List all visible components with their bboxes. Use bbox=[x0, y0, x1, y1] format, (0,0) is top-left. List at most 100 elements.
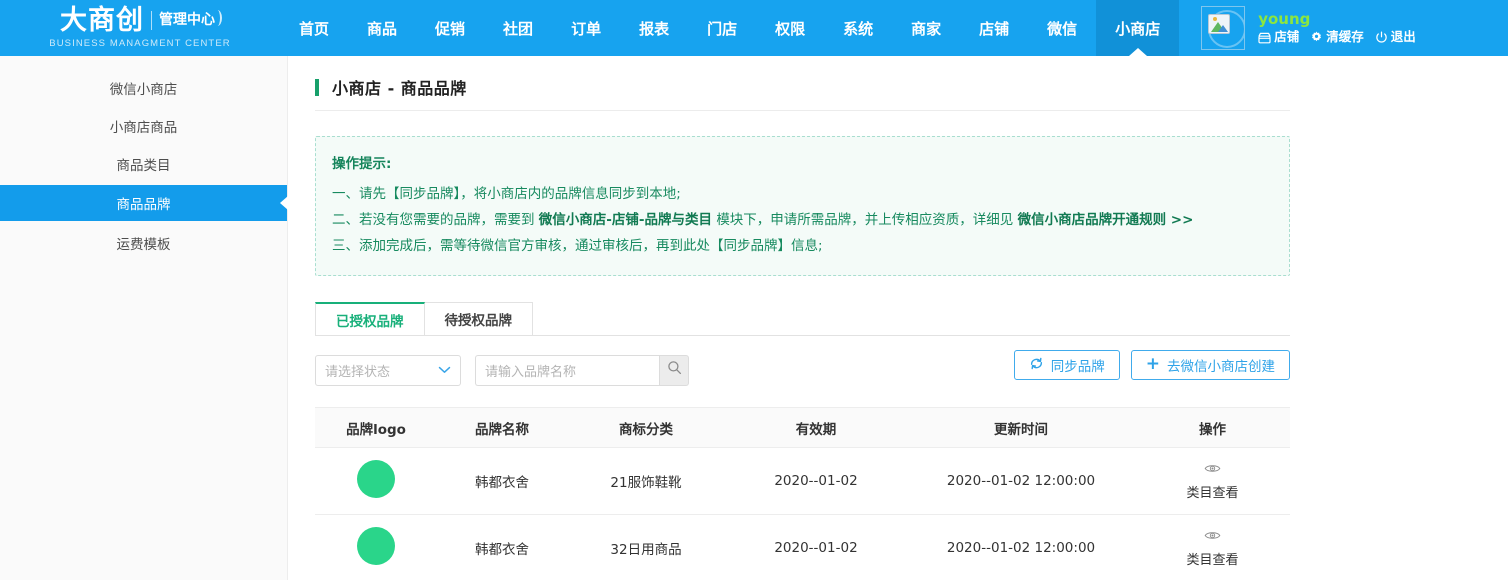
content-inner: 小商店 - 商品品牌 操作提示: 一、请先【同步品牌】，将小商店内的品牌信息同步… bbox=[315, 56, 1290, 580]
cell-brand-name: 韩都衣舍 bbox=[437, 514, 567, 580]
nav-item-promo[interactable]: 促销 bbox=[416, 0, 484, 56]
status-select[interactable]: 请选择状态 bbox=[315, 354, 461, 386]
table-header-row: 品牌logo 品牌名称 商标分类 有效期 更新时间 操作 bbox=[315, 407, 1290, 448]
nav-item-wechat[interactable]: 微信 bbox=[1028, 0, 1096, 56]
search-input[interactable]: 请输入品牌名称 bbox=[475, 354, 659, 386]
tabs-divider bbox=[315, 335, 1290, 336]
tips-line-2: 二、若没有您需要的品牌，需要到 微信小商店-店铺-品牌与类目 模块下，申请所需品… bbox=[332, 207, 1273, 233]
cell-brand-name: 韩都衣舍 bbox=[437, 447, 567, 515]
user-links: 店铺 清缓存 退出 bbox=[1258, 31, 1416, 44]
tips-line-3: 三、添加完成后，需等待微信官方审核，通过审核后，再到此处【同步品牌】信息; bbox=[332, 233, 1273, 259]
title-divider bbox=[315, 110, 1290, 111]
brand-tabs: 已授权品牌 待授权品牌 bbox=[315, 302, 1290, 335]
col-operation: 操作 bbox=[1135, 407, 1290, 448]
shop-icon bbox=[1258, 32, 1271, 44]
username: young bbox=[1258, 10, 1311, 28]
top-navigation-bar: 大商创 管理中心 BUSINESS MANAGMENT CENTER 首页 商品… bbox=[0, 0, 1508, 56]
tips-title: 操作提示: bbox=[332, 156, 392, 172]
search-button[interactable] bbox=[659, 354, 689, 386]
logout-label: 退出 bbox=[1390, 29, 1416, 45]
nav-item-reports[interactable]: 报表 bbox=[620, 0, 688, 56]
clear-cache-link[interactable]: 清缓存 bbox=[1310, 31, 1364, 44]
nav-item-stores[interactable]: 门店 bbox=[688, 0, 756, 56]
cell-update-time: 2020--01-02 12:00:00 bbox=[907, 514, 1135, 580]
brand-table-body: 韩都衣舍 21服饰鞋靴 2020--01-02 2020--01-02 12:0… bbox=[315, 447, 1290, 580]
table-row: 韩都衣舍 21服饰鞋靴 2020--01-02 2020--01-02 12:0… bbox=[315, 447, 1290, 515]
tab-authorized-brands[interactable]: 已授权品牌 bbox=[315, 302, 425, 335]
col-brand-name: 品牌名称 bbox=[437, 407, 567, 448]
plus-icon: + bbox=[1145, 353, 1160, 374]
nav-item-home[interactable]: 首页 bbox=[280, 0, 348, 56]
sidebar: 微信小商店 小商店商品 商品类目 商品品牌 运费模板 bbox=[0, 56, 288, 580]
app-root: 大商创 管理中心 BUSINESS MANAGMENT CENTER 首页 商品… bbox=[0, 0, 1508, 580]
brand-table-head: 品牌logo 品牌名称 商标分类 有效期 更新时间 操作 bbox=[315, 407, 1290, 448]
nav-item-orders[interactable]: 订单 bbox=[552, 0, 620, 56]
tips-line-1-text: 一、请先【同步品牌】，将小商店内的品牌信息同步到本地; bbox=[332, 186, 681, 202]
cell-brand-logo bbox=[315, 447, 437, 515]
content-area: 小商店 - 商品品牌 操作提示: 一、请先【同步品牌】，将小商店内的品牌信息同步… bbox=[288, 56, 1508, 580]
tips-line-2-module: 微信小商店-店铺-品牌与类目 bbox=[538, 212, 713, 228]
col-trademark-type: 商标分类 bbox=[567, 407, 725, 448]
search-input-placeholder: 请输入品牌名称 bbox=[485, 364, 577, 380]
nav-item-permissions[interactable]: 权限 bbox=[756, 0, 824, 56]
create-in-wechat-button[interactable]: + 去微信小商店创建 bbox=[1130, 350, 1290, 380]
view-category-action[interactable]: 类目查看 bbox=[1136, 462, 1289, 501]
cell-operation: 类目查看 bbox=[1135, 447, 1290, 515]
page-title-text: 小商店 - 商品品牌 bbox=[332, 79, 467, 98]
nav-item-mini-shop[interactable]: 小商店 bbox=[1096, 0, 1180, 56]
col-valid-period: 有效期 bbox=[725, 407, 907, 448]
cell-brand-logo bbox=[315, 514, 437, 580]
status-select-placeholder: 请选择状态 bbox=[325, 364, 391, 380]
brand-search: 请输入品牌名称 bbox=[475, 354, 689, 386]
logo-badge: 管理中心 bbox=[159, 10, 222, 27]
logo-divider bbox=[151, 10, 152, 30]
cell-trademark-type: 21服饰鞋靴 bbox=[567, 447, 725, 515]
sidebar-item-shipping-template[interactable]: 运费模板 bbox=[0, 226, 287, 259]
chevron-down-icon bbox=[438, 363, 451, 378]
gear-icon bbox=[1310, 31, 1323, 44]
shop-link[interactable]: 店铺 bbox=[1258, 31, 1299, 44]
app-logo[interactable]: 大商创 管理中心 BUSINESS MANAGMENT CENTER bbox=[0, 0, 280, 56]
nav-item-merchants[interactable]: 商家 bbox=[892, 0, 960, 56]
action-buttons: 同步品牌 + 去微信小商店创建 bbox=[1013, 350, 1290, 380]
view-category-action[interactable]: 类目查看 bbox=[1136, 529, 1289, 568]
user-meta: young 店铺 清缓存 退出 bbox=[1258, 12, 1416, 44]
filter-row: 请选择状态 请输入品牌名称 同步品牌 + 去微信小商店创建 bbox=[315, 350, 1290, 386]
power-icon bbox=[1375, 31, 1388, 44]
brand-rules-link[interactable]: 微信小商店品牌开通规则 >> bbox=[1018, 212, 1194, 228]
eye-icon bbox=[1204, 529, 1221, 545]
nav-item-shops[interactable]: 店铺 bbox=[960, 0, 1028, 56]
logo-title: 大商创 bbox=[60, 4, 144, 36]
brand-logo-image bbox=[357, 527, 395, 565]
cell-operation: 类目查看 bbox=[1135, 514, 1290, 580]
sidebar-item-wechat-mini-shop[interactable]: 微信小商店 bbox=[0, 71, 287, 104]
sidebar-item-mini-shop-goods[interactable]: 小商店商品 bbox=[0, 109, 287, 142]
brand-logo-image bbox=[357, 460, 395, 498]
cell-valid-period: 2020--01-02 bbox=[725, 447, 907, 515]
logout-link[interactable]: 退出 bbox=[1375, 31, 1416, 44]
clear-cache-label: 清缓存 bbox=[1326, 29, 1364, 45]
avatar[interactable] bbox=[1201, 6, 1246, 50]
sync-brands-button[interactable]: 同步品牌 bbox=[1013, 350, 1120, 380]
col-brand-logo: 品牌logo bbox=[315, 407, 437, 448]
broken-image-icon bbox=[1208, 14, 1231, 34]
sidebar-item-goods-brand[interactable]: 商品品牌 bbox=[0, 185, 288, 221]
col-update-time: 更新时间 bbox=[907, 407, 1135, 448]
sidebar-item-goods-category[interactable]: 商品类目 bbox=[0, 147, 287, 180]
tips-line-1: 一、请先【同步品牌】，将小商店内的品牌信息同步到本地; bbox=[332, 181, 1273, 207]
operation-tips-box: 操作提示: 一、请先【同步品牌】，将小商店内的品牌信息同步到本地; 二、若没有您… bbox=[315, 136, 1290, 276]
nav-item-system[interactable]: 系统 bbox=[824, 0, 892, 56]
table-row: 韩都衣舍 32日用商品 2020--01-02 2020--01-02 12:0… bbox=[315, 514, 1290, 580]
tab-pending-brands[interactable]: 待授权品牌 bbox=[423, 302, 533, 335]
nav-item-group[interactable]: 社团 bbox=[484, 0, 552, 56]
main-nav: 首页 商品 促销 社团 订单 报表 门店 权限 系统 商家 店铺 微信 小商店 bbox=[280, 0, 1180, 56]
page-title: 小商店 - 商品品牌 bbox=[315, 56, 1290, 110]
eye-icon bbox=[1204, 462, 1221, 478]
user-area: young 店铺 清缓存 退出 bbox=[1201, 0, 1416, 56]
cell-update-time: 2020--01-02 12:00:00 bbox=[907, 447, 1135, 515]
nav-item-goods[interactable]: 商品 bbox=[348, 0, 416, 56]
logo-subtitle: BUSINESS MANAGMENT CENTER bbox=[49, 37, 231, 49]
refresh-icon bbox=[1029, 356, 1044, 375]
tips-line-3-text: 三、添加完成后，需等待微信官方审核，通过审核后，再到此处【同步品牌】信息; bbox=[332, 238, 823, 254]
view-category-label: 类目查看 bbox=[1186, 485, 1239, 501]
